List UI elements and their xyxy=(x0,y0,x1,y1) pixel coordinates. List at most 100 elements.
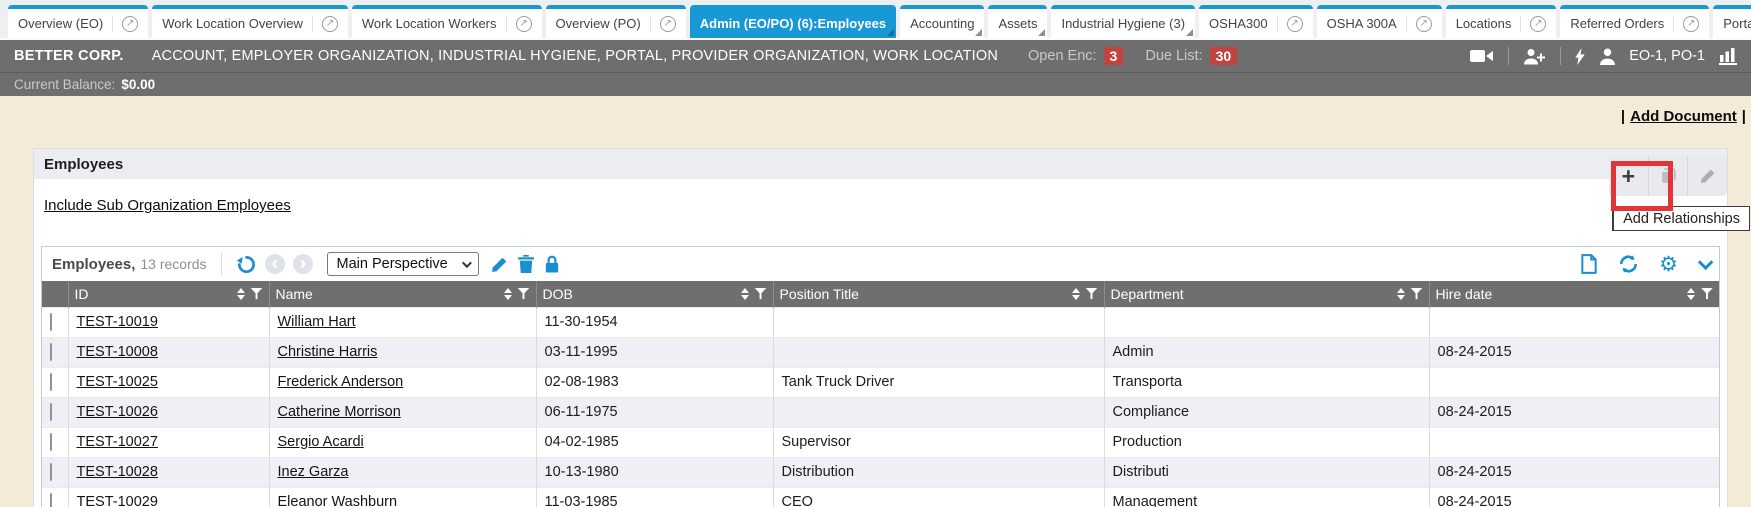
section-action-strip: + xyxy=(1609,156,1727,196)
employee-id-link[interactable]: TEST-10019 xyxy=(77,314,158,330)
open-enc-badge[interactable]: 3 xyxy=(1104,47,1124,65)
sort-icon[interactable] xyxy=(741,288,749,300)
gear-icon[interactable]: ⚙ xyxy=(1659,254,1678,275)
company-name: BETTER CORP. xyxy=(14,48,124,64)
new-document-icon[interactable] xyxy=(1580,254,1598,274)
department-cell: Transporta xyxy=(1104,367,1429,397)
employee-name-link[interactable]: William Hart xyxy=(278,314,356,330)
lock-perspective-icon[interactable] xyxy=(544,255,560,273)
employee-id-link[interactable]: TEST-10008 xyxy=(77,344,158,360)
tab[interactable]: Referred Orders ↗ xyxy=(1560,5,1709,38)
filter-funnel-icon[interactable] xyxy=(1411,288,1423,300)
employee-name-link[interactable]: Sergio Acardi xyxy=(278,434,364,450)
col-header-id: ID xyxy=(68,281,269,307)
employee-id-link[interactable]: TEST-10027 xyxy=(77,434,158,450)
lightning-icon[interactable] xyxy=(1575,48,1586,65)
open-in-new-window-icon[interactable]: ↗ xyxy=(506,16,532,32)
filter-funnel-icon[interactable] xyxy=(1086,288,1098,300)
employees-grid: Employees, 13 records Main Perspective xyxy=(41,246,1720,507)
sort-icon[interactable] xyxy=(1687,288,1695,300)
refresh-icon[interactable] xyxy=(1618,254,1639,274)
filter-funnel-icon[interactable] xyxy=(251,288,263,300)
name-cell: Eleanor Washburn xyxy=(269,487,536,507)
row-checkbox[interactable] xyxy=(50,493,52,507)
edit-perspective-pencil-icon[interactable] xyxy=(491,256,508,273)
edit-pencil-icon[interactable] xyxy=(1687,156,1727,196)
tab[interactable]: Portal Manage ↗ xyxy=(1713,5,1751,38)
undo-icon[interactable] xyxy=(236,254,257,275)
tab-label: Admin (EO/PO) (6):Employees xyxy=(700,16,886,31)
tab[interactable]: Work Location Workers ↗ xyxy=(352,5,542,38)
delete-perspective-trash-icon[interactable] xyxy=(518,255,534,273)
balance-label: Current Balance: xyxy=(14,77,115,92)
row-checkbox[interactable] xyxy=(50,313,52,331)
include-sub-org-link[interactable]: Include Sub Organization Employees xyxy=(44,197,291,214)
id-cell: TEST-10029 xyxy=(68,487,269,507)
col-label: Position Title xyxy=(780,286,859,302)
sort-icon[interactable] xyxy=(1397,288,1405,300)
col-header-position: Position Title xyxy=(773,281,1104,307)
employee-name-link[interactable]: Inez Garza xyxy=(278,464,349,480)
employee-name-link[interactable]: Eleanor Washburn xyxy=(278,494,398,507)
employee-name-link[interactable]: Frederick Anderson xyxy=(278,374,404,390)
employee-id-link[interactable]: TEST-10029 xyxy=(77,494,158,507)
hiredate-cell xyxy=(1429,367,1719,397)
tab[interactable]: Industrial Hygiene (3) ↗ xyxy=(1051,5,1195,38)
filter-funnel-icon[interactable] xyxy=(755,288,767,300)
open-in-new-window-icon[interactable]: ↗ xyxy=(1277,16,1303,32)
employee-name-link[interactable]: Christine Harris xyxy=(278,344,378,360)
relationships-book-icon[interactable] xyxy=(1648,156,1688,196)
tab[interactable]: Work Location Overview ↗ xyxy=(152,5,348,38)
row-checkbox[interactable] xyxy=(50,403,52,421)
open-in-new-window-icon[interactable]: ↗ xyxy=(1406,16,1432,32)
employee-id-link[interactable]: TEST-10026 xyxy=(77,404,158,420)
name-cell: Inez Garza xyxy=(269,457,536,487)
tab[interactable]: Assets ↗ xyxy=(988,5,1047,38)
employee-id-link[interactable]: TEST-10025 xyxy=(77,374,158,390)
row-checkbox[interactable] xyxy=(50,343,52,361)
org-bar-icons: EO-1, PO-1 xyxy=(1470,47,1737,65)
collapse-chevron-icon[interactable] xyxy=(1698,259,1709,270)
video-camera-icon[interactable] xyxy=(1470,48,1494,64)
sort-icon[interactable] xyxy=(1072,288,1080,300)
tab[interactable]: Accounting ↗ xyxy=(900,5,984,38)
sort-icon[interactable] xyxy=(504,288,512,300)
department-cell: Production xyxy=(1104,427,1429,457)
department-cell: Compliance xyxy=(1104,397,1429,427)
tab-label: Overview (PO) xyxy=(556,16,641,31)
organization-bar: BETTER CORP. ACCOUNT, EMPLOYER ORGANIZAT… xyxy=(0,40,1751,72)
employee-id-link[interactable]: TEST-10028 xyxy=(77,464,158,480)
row-checkbox[interactable] xyxy=(50,433,52,451)
filter-funnel-icon[interactable] xyxy=(1701,288,1713,300)
perspective-select[interactable]: Main Perspective xyxy=(327,252,479,276)
person-icon[interactable] xyxy=(1600,48,1615,65)
tab[interactable]: Locations ↗ xyxy=(1446,5,1557,38)
bar-chart-icon[interactable] xyxy=(1719,48,1737,65)
previous-page-button[interactable] xyxy=(265,254,285,274)
filter-funnel-icon[interactable] xyxy=(518,288,530,300)
open-in-new-window-icon[interactable]: ↗ xyxy=(312,16,338,32)
open-in-new-window-icon[interactable]: ↗ xyxy=(1673,16,1699,32)
add-relationships-button[interactable]: + xyxy=(1609,156,1648,196)
add-document-link[interactable]: Add Document xyxy=(1630,108,1737,125)
balance-bar: Current Balance: $0.00 xyxy=(0,72,1751,96)
id-cell: TEST-10027 xyxy=(68,427,269,457)
open-in-new-window-icon[interactable]: ↗ xyxy=(1520,16,1546,32)
tab[interactable]: Overview (EO) ↗ xyxy=(8,5,148,38)
open-in-new-window-icon[interactable]: ↗ xyxy=(650,16,676,32)
tab[interactable]: OSHA300 ↗ xyxy=(1199,5,1313,38)
employee-name-link[interactable]: Catherine Morrison xyxy=(278,404,401,420)
open-in-new-window-icon[interactable]: ↗ xyxy=(112,16,138,32)
tab[interactable]: Admin (EO/PO) (6):Employees ↗ xyxy=(690,5,896,38)
sort-icon[interactable] xyxy=(237,288,245,300)
row-checkbox[interactable] xyxy=(50,463,52,481)
due-list-badge[interactable]: 30 xyxy=(1210,47,1238,65)
hiredate-cell xyxy=(1429,307,1719,337)
department-cell: Management xyxy=(1104,487,1429,507)
add-person-icon[interactable] xyxy=(1523,48,1546,65)
tab[interactable]: Overview (PO) ↗ xyxy=(546,5,686,38)
next-page-button[interactable] xyxy=(293,254,313,274)
row-checkbox[interactable] xyxy=(50,373,52,391)
tab[interactable]: OSHA 300A ↗ xyxy=(1317,5,1442,38)
row-select-cell xyxy=(42,487,68,507)
